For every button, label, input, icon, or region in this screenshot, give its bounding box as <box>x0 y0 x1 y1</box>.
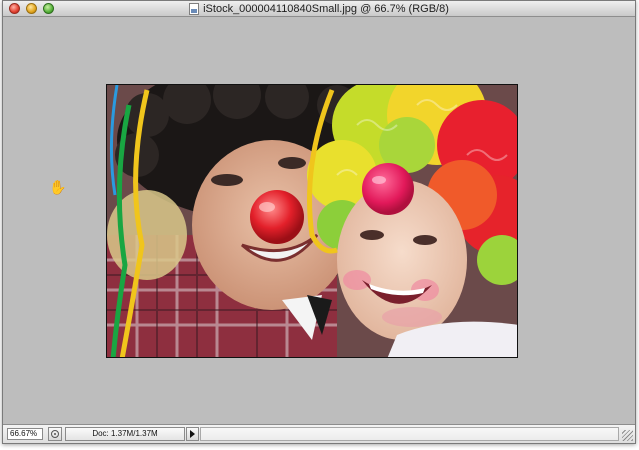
globe-icon <box>51 430 59 438</box>
photoshop-document-window: iStock_000004110840Small.jpg @ 66.7% (RG… <box>2 0 636 444</box>
info-menu-button[interactable] <box>186 427 199 441</box>
play-arrow-icon <box>190 430 195 438</box>
title-bar[interactable]: iStock_000004110840Small.jpg @ 66.7% (RG… <box>3 1 635 17</box>
document-icon <box>189 3 200 15</box>
window-title: iStock_000004110840Small.jpg @ 66.7% (RG… <box>203 3 449 15</box>
canvas-area[interactable]: ✋ <box>3 17 635 424</box>
photo-illustration <box>107 85 517 357</box>
title-group: iStock_000004110840Small.jpg @ 66.7% (RG… <box>3 1 635 17</box>
status-bar: 66.67% Doc: 1.37M/1.37M <box>3 424 635 443</box>
hand-cursor-icon: ✋ <box>49 179 67 195</box>
document-image[interactable] <box>106 84 518 358</box>
horizontal-scrollbar[interactable] <box>200 427 619 441</box>
zoom-level-field[interactable]: 66.67% <box>7 428 43 440</box>
doc-size-info[interactable]: Doc: 1.37M/1.37M <box>65 427 185 441</box>
status-button[interactable] <box>48 427 62 441</box>
resize-grip[interactable] <box>622 430 633 441</box>
